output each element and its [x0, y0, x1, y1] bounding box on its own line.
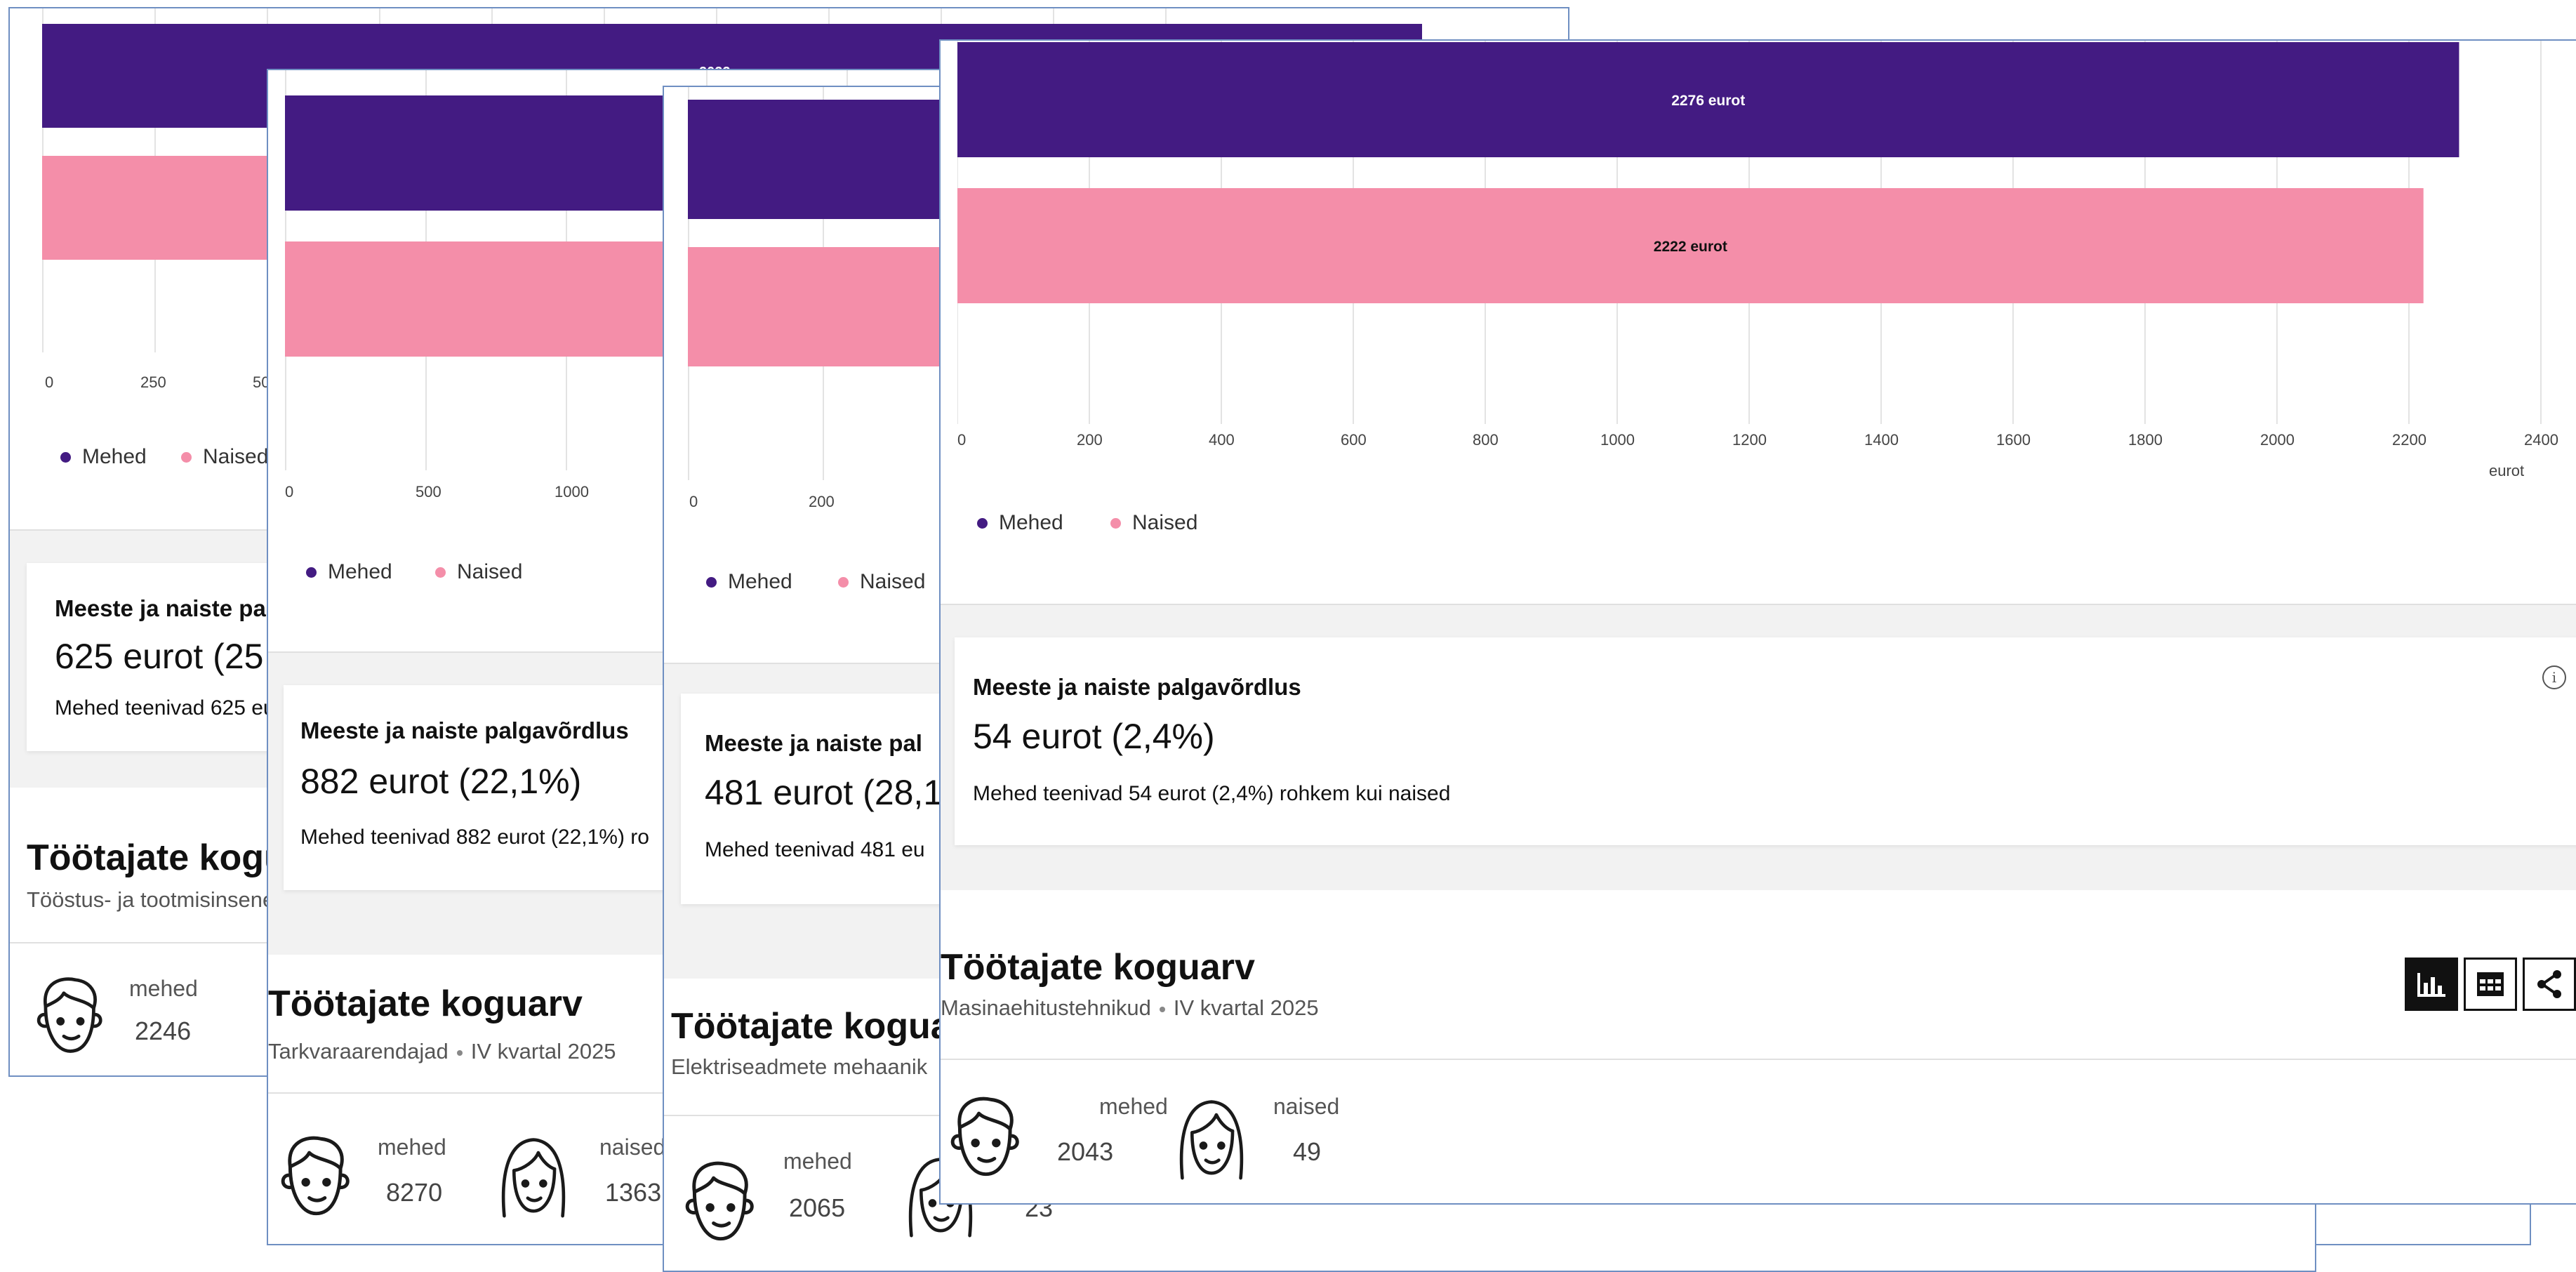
salary-panel-4: 2276 eurot 2222 eurot 0 200 400 600 800 1000 12… [939, 39, 2576, 1205]
man-icon [271, 1130, 358, 1226]
pay-gap-description: Mehed teenivad 625 eu [55, 696, 275, 720]
bar-chart-svg: 2276 eurot 2222 eurot [957, 41, 2542, 424]
legend-women: Naised [181, 445, 268, 469]
axis-tick: 250 [140, 373, 166, 391]
axis-tick: 0 [45, 373, 54, 391]
bar-chart-icon [2417, 973, 2445, 997]
men-count: 2246 [135, 1016, 192, 1045]
women-count: 49 [1293, 1137, 1322, 1166]
pay-gap-value: 882 eurot (22,1%) [300, 762, 582, 801]
axis-tick-label: 1600 [1996, 431, 2031, 449]
pay-gap-title: Meeste ja naiste palgavõrdlus [973, 674, 1301, 700]
woman-icon [493, 1132, 574, 1226]
women-label: naised [599, 1134, 666, 1160]
pay-gap-value: 625 eurot (25,4 [55, 637, 293, 676]
axis-tick: 0 [689, 493, 698, 510]
pay-gap-title: Meeste ja naiste palgavõrdlus [300, 717, 629, 743]
axis-unit: eurot [2489, 462, 2525, 479]
pay-gap-value: 54 eurot (2,4%) [973, 717, 1215, 756]
legend-women: Naised [1110, 511, 1197, 535]
pay-gap-card: Meeste ja naiste palgavõrdlus 54 eurot (… [955, 637, 2576, 845]
axis-tick: 500 [416, 483, 441, 501]
table-icon [2477, 972, 2504, 996]
axis-tick-label: 1200 [1732, 431, 1767, 449]
axis-tick-label: 200 [1077, 431, 1103, 449]
axis-tick-label: 2200 [2392, 431, 2426, 449]
legend-men: Mehed [306, 560, 392, 584]
axis-tick-label: 1800 [2128, 431, 2163, 449]
axis-tick-label: 1000 [1600, 431, 1635, 449]
axis-tick-label: 400 [1209, 431, 1235, 449]
pay-gap-title: Meeste ja naiste pal [705, 730, 922, 756]
men-label: mehed [783, 1148, 852, 1174]
section-title: Töötajate koguar [671, 1006, 965, 1047]
women-count: 1363 [605, 1178, 662, 1207]
legend-women: Naised [838, 570, 925, 594]
axis-tick-label: 2400 [2524, 431, 2558, 449]
salary-bar-chart: 2276 eurot 2222 eurot [957, 41, 2572, 424]
bar-men-label: 2276 eurot [1671, 93, 1745, 109]
legend-men: Mehed [706, 570, 792, 594]
table-view-button[interactable] [2464, 958, 2517, 1011]
section-subtitle: Tööstus- ja tootmisinsene [27, 887, 275, 912]
pay-gap-description: Mehed teenivad 481 eu [705, 838, 925, 861]
axis-tick-label: 0 [957, 431, 967, 449]
axis-tick: 200 [809, 493, 835, 510]
axis-tick-label: 2000 [2260, 431, 2295, 449]
chart-view-button[interactable] [2405, 958, 2458, 1011]
share-icon [2537, 970, 2561, 998]
woman-icon [1171, 1094, 1252, 1188]
section-subtitle: Elektriseadmete mehaanik [671, 1054, 928, 1079]
pay-gap-value: 481 eurot (28,1 [705, 773, 943, 812]
axis-tick: 0 [285, 483, 294, 501]
man-icon [941, 1091, 1028, 1186]
man-icon [27, 972, 111, 1063]
men-count: 2043 [1057, 1137, 1114, 1166]
axis-tick: 1000 [555, 483, 589, 501]
axis-ticks: 0 200 400 600 800 1000 1200 1400 1600 1800 2000 220… [957, 431, 2572, 459]
men-label: mehed [1099, 1094, 1168, 1119]
legend-women: Naised [435, 560, 522, 584]
men-count: 2065 [789, 1193, 846, 1222]
pay-gap-title: Meeste ja naiste pal [55, 595, 272, 621]
legend-men: Mehed [977, 511, 1063, 535]
pay-gap-description: Mehed teenivad 54 eurot (2,4%) rohkem ku… [973, 782, 1451, 805]
section-title: Töötajate koguarv [941, 947, 1255, 988]
axis-tick-label: 800 [1473, 431, 1499, 449]
share-button[interactable] [2523, 958, 2576, 1011]
man-icon [675, 1155, 762, 1251]
bar-women-label: 2222 eurot [1654, 239, 1727, 255]
info-icon[interactable]: i [2542, 665, 2566, 689]
men-label: mehed [378, 1134, 446, 1160]
men-label: mehed [129, 976, 198, 1001]
section-title: Töötajate koguarv [268, 983, 583, 1024]
women-label: naised [1273, 1094, 1340, 1119]
section-subtitle: Tarkvaraarendajad IV kvartal 2025 [268, 1039, 616, 1064]
legend-men: Mehed [60, 445, 147, 469]
pay-gap-description: Mehed teenivad 882 eurot (22,1%) ro [300, 826, 649, 849]
axis-tick-label: 1400 [1864, 431, 1899, 449]
section-subtitle: Masinaehitustehnikud IV kvartal 2025 [941, 995, 1319, 1020]
axis-tick-label: 600 [1341, 431, 1367, 449]
men-count: 8270 [386, 1178, 443, 1207]
